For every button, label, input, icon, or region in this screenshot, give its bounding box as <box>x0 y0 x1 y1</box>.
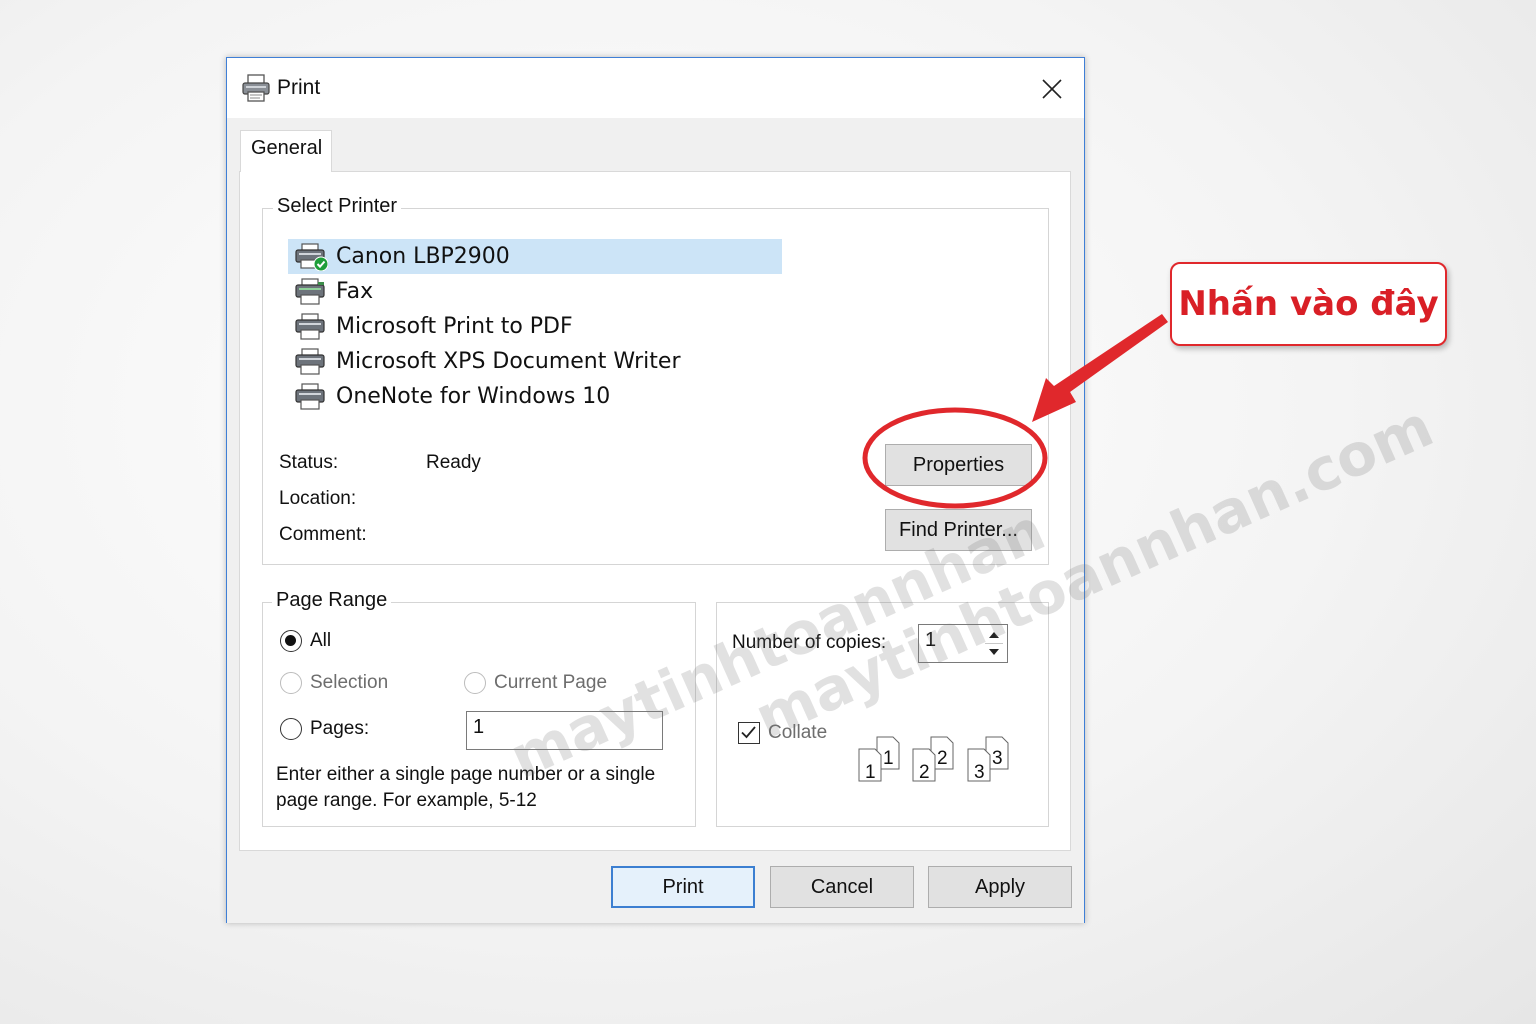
collate-checkbox[interactable] <box>738 722 760 744</box>
status-label: Status: <box>279 452 339 473</box>
checkmark-icon <box>741 726 756 739</box>
printer-item-canon[interactable]: Canon LBP2900 <box>288 239 782 274</box>
radio-selection <box>280 672 302 694</box>
radio-all[interactable] <box>280 630 302 652</box>
printer-item-onenote[interactable]: OneNote for Windows 10 <box>288 379 782 414</box>
collate-label: Collate <box>768 722 828 743</box>
radio-all-label: All <box>310 630 332 651</box>
status-value: Ready <box>426 452 481 473</box>
svg-text:3: 3 <box>974 762 985 783</box>
number-of-copies-label: Number of copies: <box>732 632 887 653</box>
select-printer-group: Select Printer Canon LBP2900 Fax Microso… <box>262 195 1049 565</box>
svg-text:1: 1 <box>865 762 876 783</box>
copies-value: 1 <box>925 629 937 651</box>
svg-text:2: 2 <box>937 748 948 769</box>
svg-text:1: 1 <box>883 748 894 769</box>
printer-name: Canon LBP2900 <box>336 244 510 269</box>
print-button[interactable]: Print <box>611 866 755 908</box>
page-range-hint: Enter either a single page number or a s… <box>276 764 656 811</box>
radio-pages[interactable] <box>280 718 302 740</box>
general-tab-panel: Select Printer Canon LBP2900 Fax Microso… <box>239 171 1071 851</box>
printer-default-icon <box>295 242 328 271</box>
select-printer-title: Select Printer <box>273 195 402 218</box>
fax-printer-icon <box>295 277 325 305</box>
printer-icon <box>242 74 270 102</box>
comment-label: Comment: <box>279 524 367 545</box>
printer-item-xps[interactable]: Microsoft XPS Document Writer <box>288 344 782 379</box>
svg-text:3: 3 <box>992 748 1003 769</box>
copies-group: Number of copies: 1 Collate 1 1 2 2 3 3 <box>716 602 1049 827</box>
find-printer-button[interactable]: Find Printer... <box>885 509 1032 551</box>
apply-button[interactable]: Apply <box>928 866 1072 908</box>
page-range-group: Page Range All Selection Current Page Pa… <box>262 589 696 827</box>
printer-icon <box>295 382 325 410</box>
printer-name: Microsoft XPS Document Writer <box>336 349 681 374</box>
location-label: Location: <box>279 488 357 509</box>
collate-pages-icon: 1 1 2 2 3 3 <box>858 736 1009 783</box>
radio-current-page <box>464 672 486 694</box>
radio-pages-label: Pages: <box>310 718 370 739</box>
title-bar: Print <box>227 58 1084 118</box>
printer-name: Microsoft Print to PDF <box>336 314 573 339</box>
copies-spinner[interactable] <box>983 626 1005 661</box>
printer-icon <box>295 312 325 340</box>
close-icon[interactable] <box>1034 72 1070 106</box>
printer-item-fax[interactable]: Fax <box>288 274 782 309</box>
svg-text:2: 2 <box>919 762 930 783</box>
radio-selected-dot <box>285 635 296 646</box>
cancel-button[interactable]: Cancel <box>770 866 914 908</box>
annotation-callout: Nhấn vào đây <box>1170 262 1447 346</box>
tab-general[interactable]: General <box>240 130 332 172</box>
spin-up-icon <box>989 632 999 638</box>
pages-input[interactable]: 1 <box>466 711 663 750</box>
dialog-body: General Select Printer Canon LBP2900 Fax… <box>227 118 1084 923</box>
printer-list[interactable]: Canon LBP2900 Fax Microsoft Print to PDF… <box>288 239 782 414</box>
properties-button[interactable]: Properties <box>885 444 1032 486</box>
print-dialog: Print General Select Printer Canon LBP29… <box>226 57 1085 923</box>
printer-name: OneNote for Windows 10 <box>336 384 611 409</box>
spin-down-icon <box>989 649 999 655</box>
radio-current-page-label: Current Page <box>494 672 608 693</box>
printer-icon <box>295 347 325 375</box>
printer-item-pdf[interactable]: Microsoft Print to PDF <box>288 309 782 344</box>
window-title: Print <box>277 76 321 99</box>
printer-name: Fax <box>336 279 374 304</box>
radio-selection-label: Selection <box>310 672 389 693</box>
page-range-title: Page Range <box>272 589 392 612</box>
